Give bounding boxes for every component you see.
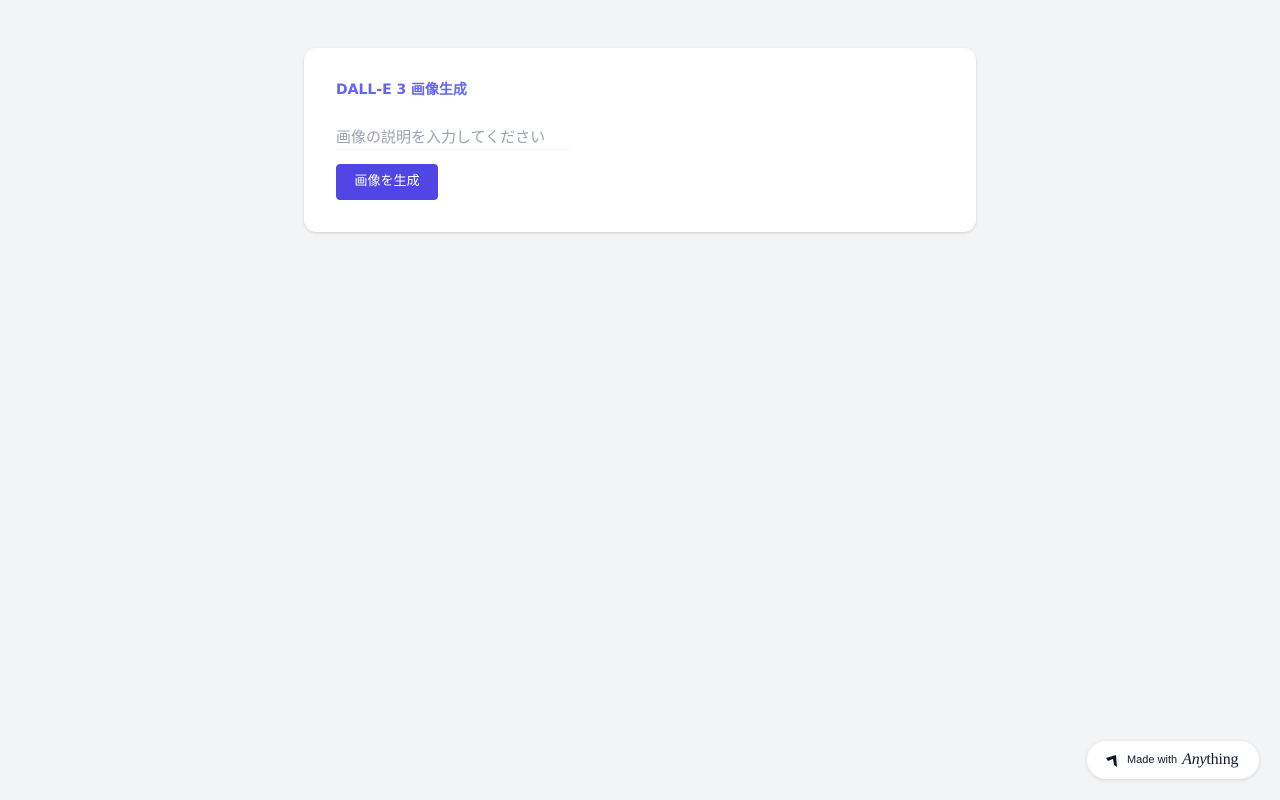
- prompt-input[interactable]: [336, 124, 570, 150]
- anything-logo-icon: [1105, 753, 1119, 767]
- made-with-label: Made with: [1127, 754, 1178, 766]
- brand-logo-italic: Any: [1182, 751, 1207, 768]
- brand-logo-text: Anything: [1182, 751, 1238, 769]
- brand-logo-rest: thing: [1206, 751, 1239, 768]
- generate-image-button[interactable]: 画像を生成: [336, 164, 438, 200]
- page-title: DALL-E 3 画像生成: [336, 82, 468, 98]
- image-generation-card: DALL-E 3 画像生成 画像を生成: [304, 48, 976, 232]
- made-with-anything-badge[interactable]: Made with Anything: [1087, 741, 1259, 779]
